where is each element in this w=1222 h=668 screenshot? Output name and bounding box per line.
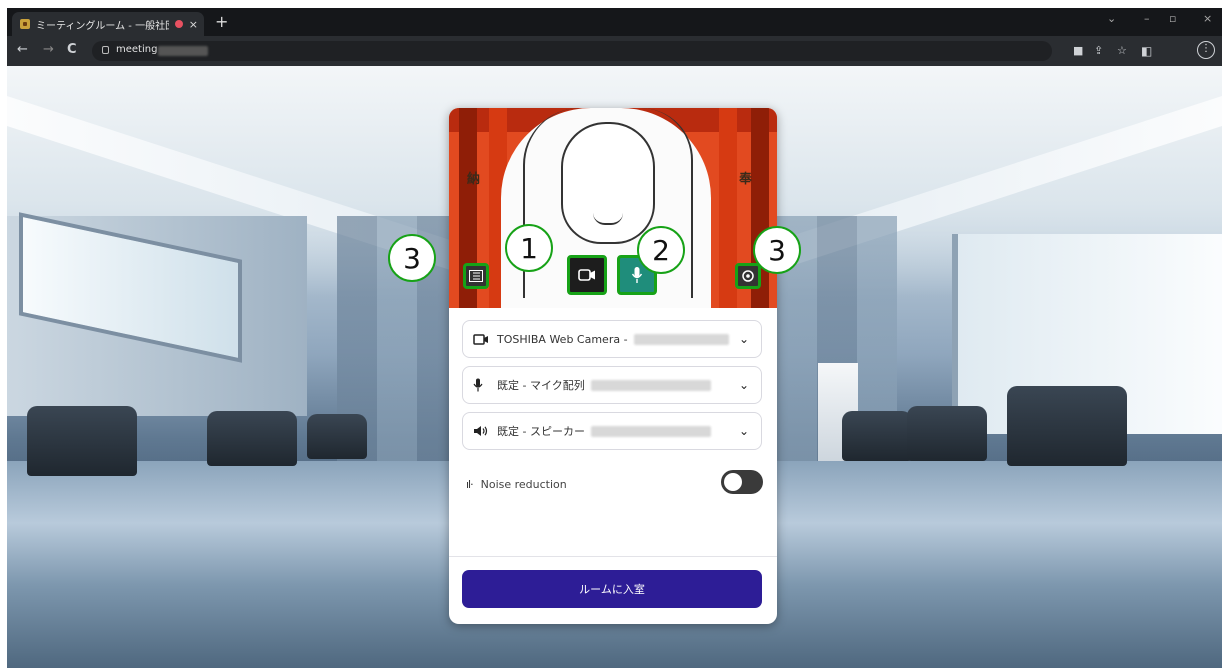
callout-3-right: 3	[753, 226, 801, 274]
share-icon[interactable]: ⇪	[1094, 44, 1103, 57]
reload-button[interactable]: C	[67, 42, 77, 57]
chair	[842, 411, 912, 461]
camera-toggle-button[interactable]	[567, 255, 607, 295]
browser-window: ミーティングルーム - 一般社団法... × + ⌄ – ▫ × ← → C m…	[7, 8, 1222, 668]
torii-kanji: 納	[467, 172, 481, 187]
chevron-down-icon: ⌄	[738, 332, 749, 346]
url-text: meeting	[116, 44, 158, 55]
background-blur-button[interactable]	[463, 263, 489, 289]
callout-3-left: 3	[388, 234, 436, 282]
lock-icon	[102, 46, 109, 54]
noise-reduction-icon: ıl·	[466, 477, 474, 491]
page-background: 納 奉 TOSHIBA Web Camera - ⌄ 既定 - マイク配列 ⌄ …	[7, 66, 1222, 668]
new-tab-button[interactable]: +	[215, 14, 228, 30]
camera-icon	[473, 333, 491, 345]
window-close-button[interactable]: ×	[1203, 12, 1212, 25]
chair	[1007, 386, 1127, 466]
settings-button[interactable]	[735, 263, 761, 289]
speaker-icon	[473, 425, 491, 437]
address-bar-row: ← → C meeting ■ ⇪ ☆ ◧ ⋮	[7, 36, 1222, 66]
microphone-select-label: 既定 - マイク配列	[497, 379, 585, 392]
redacted-device-name	[590, 379, 711, 391]
browser-menu-icon[interactable]: ⋮	[1197, 41, 1215, 59]
side-panel-icon[interactable]: ◧	[1141, 44, 1152, 58]
tab-search-button[interactable]: ⌄	[1107, 12, 1116, 25]
camera-permission-icon[interactable]: ■	[1073, 44, 1083, 57]
bookmark-star-icon[interactable]: ☆	[1117, 44, 1127, 57]
camera-select-label: TOSHIBA Web Camera -	[497, 332, 628, 346]
tab-bar: ミーティングルーム - 一般社団法... × + ⌄ – ▫ ×	[7, 8, 1222, 36]
favicon-icon	[20, 19, 30, 29]
noise-reduction-toggle[interactable]	[721, 470, 763, 494]
address-bar[interactable]: meeting	[92, 41, 1052, 61]
toggle-knob	[724, 473, 742, 491]
speaker-select[interactable]: 既定 - スピーカー ⌄	[462, 412, 762, 450]
browser-tab[interactable]: ミーティングルーム - 一般社団法... ×	[12, 12, 204, 36]
microphone-icon	[473, 378, 491, 392]
maximize-button[interactable]: ▫	[1169, 12, 1176, 25]
redacted-device-name	[633, 333, 729, 345]
camera-select[interactable]: TOSHIBA Web Camera - ⌄	[462, 320, 762, 358]
prejoin-dialog: 納 奉 TOSHIBA Web Camera - ⌄ 既定 - マイク配列 ⌄ …	[449, 108, 777, 624]
recording-indicator-icon	[174, 20, 183, 28]
tab-close-button[interactable]: ×	[189, 18, 198, 31]
divider	[449, 556, 777, 557]
chevron-down-icon: ⌄	[738, 424, 749, 438]
chair	[27, 406, 137, 476]
forward-button[interactable]: →	[43, 42, 54, 57]
callout-2: 2	[637, 226, 685, 274]
noise-reduction-row: ıl· Noise reduction	[462, 472, 762, 496]
microphone-select[interactable]: 既定 - マイク配列 ⌄	[462, 366, 762, 404]
tab-title: ミーティングルーム - 一般社団法...	[36, 20, 169, 32]
camera-icon	[578, 269, 595, 281]
torii-kanji: 奉	[739, 172, 753, 187]
noise-reduction-label: Noise reduction	[480, 477, 567, 491]
chair	[207, 411, 297, 466]
redacted-url	[158, 46, 208, 56]
background-blur-icon	[469, 270, 483, 282]
camera-preview: 納 奉	[449, 108, 777, 308]
back-button[interactable]: ←	[17, 42, 28, 57]
speaker-select-label: 既定 - スピーカー	[497, 425, 585, 438]
minimize-button[interactable]: –	[1144, 12, 1150, 25]
chevron-down-icon: ⌄	[738, 378, 749, 392]
enter-room-button[interactable]: ルームに入室	[462, 570, 762, 608]
redacted-device-name	[590, 425, 711, 437]
callout-1: 1	[505, 224, 553, 272]
settings-icon	[742, 270, 754, 282]
microphone-icon	[631, 267, 643, 283]
chair	[307, 414, 367, 459]
chair	[907, 406, 987, 461]
